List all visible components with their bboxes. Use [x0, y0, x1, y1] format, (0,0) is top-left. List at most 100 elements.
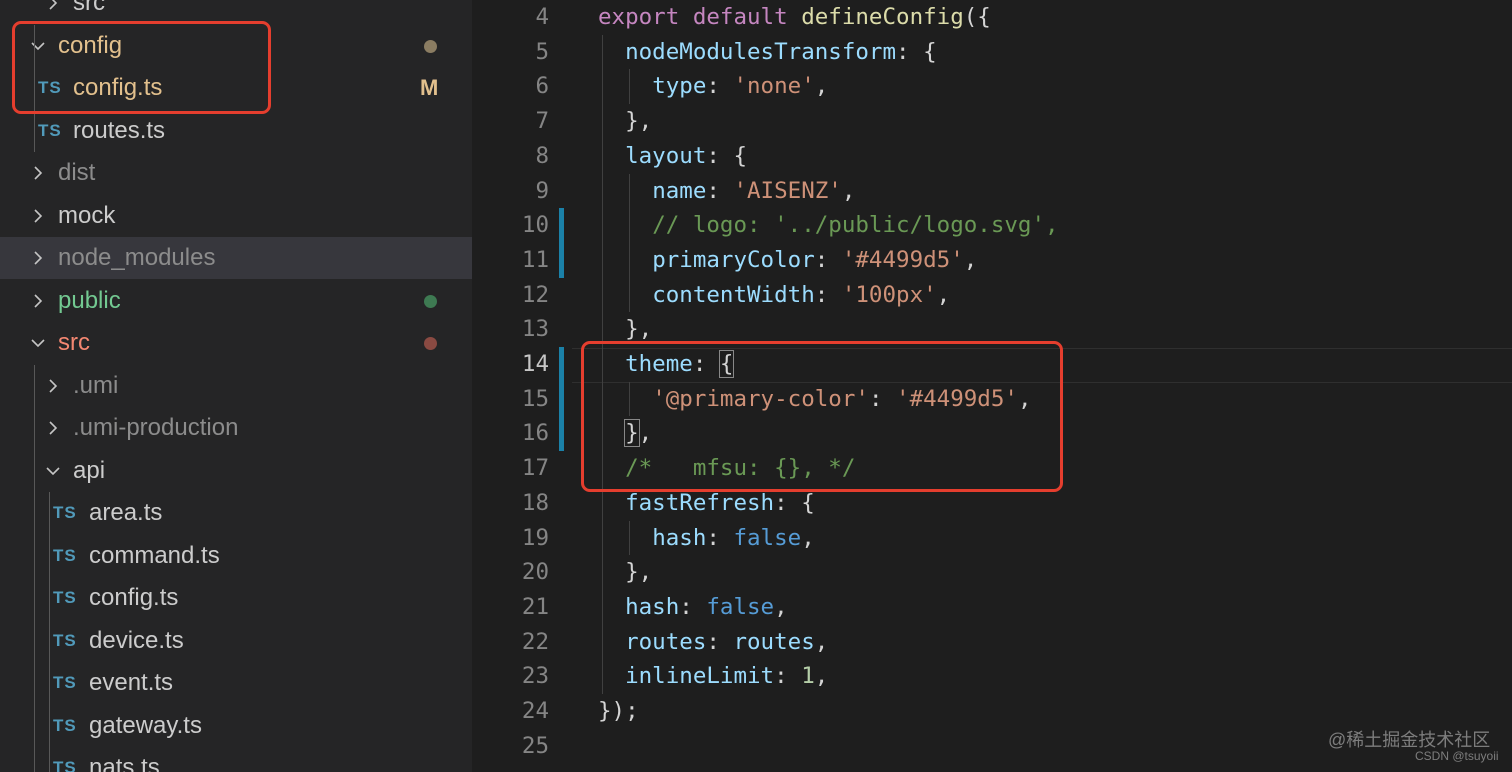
- code-line[interactable]: 4 export default defineConfig({: [472, 0, 1512, 35]
- code-text: },: [598, 555, 652, 590]
- code-token: hash: [625, 593, 680, 620]
- git-status-dot: [424, 337, 437, 350]
- tree-item-label: command.ts: [89, 541, 220, 569]
- code-token: contentWidth: [652, 281, 815, 308]
- tree-file-nats-ts[interactable]: TS nats.ts: [0, 747, 472, 772]
- chevron-right-icon[interactable]: [45, 378, 61, 394]
- code-editor[interactable]: 4 export default defineConfig({5 nodeModu…: [472, 0, 1512, 772]
- code-token: '#4499d5': [841, 246, 964, 273]
- typescript-file-icon: TS: [53, 715, 77, 735]
- indent-guide: [49, 492, 50, 772]
- tree-item-label: api: [73, 456, 106, 484]
- chevron-right-icon[interactable]: [30, 250, 46, 266]
- line-number: 23: [521, 663, 549, 690]
- line-number: 17: [521, 455, 549, 482]
- tree-file-device-ts[interactable]: TS device.ts: [0, 620, 472, 662]
- tree-folder-node-modules[interactable]: node_modules: [0, 237, 472, 279]
- code-text: },: [598, 104, 652, 139]
- tree-file-area-ts[interactable]: TS area.ts: [0, 492, 472, 534]
- line-number: 6: [535, 73, 549, 100]
- code-token: default: [692, 4, 788, 30]
- chevron-right-icon[interactable]: [30, 165, 46, 181]
- code-line[interactable]: 24});: [472, 694, 1512, 729]
- tree-folder-public[interactable]: public: [0, 280, 472, 322]
- code-token: },: [625, 316, 653, 343]
- code-token: fastRefresh: [625, 489, 775, 516]
- git-modified-badge: M: [420, 75, 439, 100]
- code-token: false: [706, 593, 775, 620]
- code-line[interactable]: 23 inlineLimit: 1,: [472, 659, 1512, 694]
- vscode-window: src config TS config.ts M TS routes.ts dist mock…: [0, 0, 1512, 772]
- typescript-file-icon: TS: [38, 120, 62, 140]
- typescript-file-icon: TS: [53, 758, 77, 772]
- code-line[interactable]: 12 contentWidth: '100px',: [472, 278, 1512, 313]
- git-status-dot: [424, 39, 437, 53]
- chevron-right-icon[interactable]: [30, 208, 46, 224]
- tree-file-gateway-ts[interactable]: TS gateway.ts: [0, 705, 472, 747]
- code-line[interactable]: 19 hash: false,: [472, 521, 1512, 556]
- tree-item-label: public: [58, 286, 121, 314]
- tree-folder-mock[interactable]: mock: [0, 195, 472, 237]
- code-line[interactable]: 9 name: 'AISENZ',: [472, 174, 1512, 209]
- tree-item-label: node_modules: [58, 244, 216, 271]
- typescript-file-icon: TS: [53, 545, 77, 565]
- chevron-right-icon[interactable]: [45, 420, 61, 436]
- tree-item-label: src: [58, 329, 90, 356]
- tree-file-config-ts[interactable]: TS config.ts: [0, 577, 472, 619]
- watermark-author: CSDN @tsuyoii: [1415, 749, 1499, 763]
- code-token: },: [625, 559, 653, 586]
- code-line[interactable]: 10 // logo: '../public/logo.svg',: [472, 208, 1512, 243]
- code-line[interactable]: 7 },: [472, 104, 1512, 139]
- code-token: routes: [733, 628, 815, 655]
- chevron-down-icon[interactable]: [45, 463, 61, 479]
- code-text: name: 'AISENZ',: [598, 174, 855, 209]
- tree-item-label: device.ts: [89, 626, 184, 654]
- code-line[interactable]: 22 routes: routes,: [472, 625, 1512, 660]
- code-token: ,: [814, 663, 829, 690]
- line-number: 20: [521, 559, 549, 586]
- code-token: :: [706, 177, 734, 204]
- annotation-box-theme: [581, 341, 1063, 492]
- explorer-sidebar: src config TS config.ts M TS routes.ts dist mock…: [0, 0, 472, 772]
- code-line[interactable]: 8 layout: {: [472, 139, 1512, 174]
- tree-file-event-ts[interactable]: TS event.ts: [0, 662, 472, 704]
- tree-folder-api[interactable]: api: [0, 450, 472, 492]
- code-token: :: [774, 663, 802, 690]
- chevron-right-icon[interactable]: [45, 0, 61, 11]
- code-token: export: [598, 4, 680, 30]
- tree-item-label: gateway.ts: [89, 711, 202, 739]
- tree-item-label: dist: [58, 159, 96, 186]
- line-number: 14: [521, 351, 549, 377]
- tree-item-label: config.ts: [89, 584, 179, 611]
- tree-file-command-ts[interactable]: TS command.ts: [0, 535, 472, 577]
- code-line[interactable]: 21 hash: false,: [472, 590, 1512, 625]
- code-token: layout: [625, 142, 707, 169]
- line-number: 8: [535, 142, 549, 169]
- tree-item-label: nats.ts: [89, 754, 160, 772]
- code-token: nodeModulesTransform: [625, 38, 897, 65]
- code-line[interactable]: 6 type: 'none',: [472, 69, 1512, 104]
- tree-file-routes-ts[interactable]: TS routes.ts: [0, 110, 472, 152]
- code-token: defineConfig: [801, 4, 964, 30]
- line-number: 22: [521, 628, 549, 655]
- code-line[interactable]: 20 },: [472, 555, 1512, 590]
- code-line[interactable]: 11 primaryColor: '#4499d5',: [472, 243, 1512, 278]
- code-text: routes: routes,: [598, 625, 828, 660]
- code-text: nodeModulesTransform: {: [598, 35, 937, 70]
- code-token: 'none': [733, 73, 815, 100]
- chevron-right-icon[interactable]: [30, 293, 46, 309]
- chevron-down-icon[interactable]: [30, 335, 46, 351]
- code-token: ,: [814, 628, 829, 655]
- tree-folder-umi-production[interactable]: .umi-production: [0, 407, 472, 449]
- tree-folder-dist[interactable]: dist: [0, 152, 472, 194]
- tree-folder-src[interactable]: src: [0, 322, 472, 364]
- annotation-box-config: [12, 21, 271, 114]
- code-token: ,: [936, 281, 951, 308]
- line-number: 25: [521, 732, 549, 759]
- tree-item-label: event.ts: [89, 669, 174, 696]
- tree-folder-umi[interactable]: .umi: [0, 365, 472, 407]
- code-token: ,: [963, 246, 978, 273]
- code-line[interactable]: 5 nodeModulesTransform: {: [472, 35, 1512, 70]
